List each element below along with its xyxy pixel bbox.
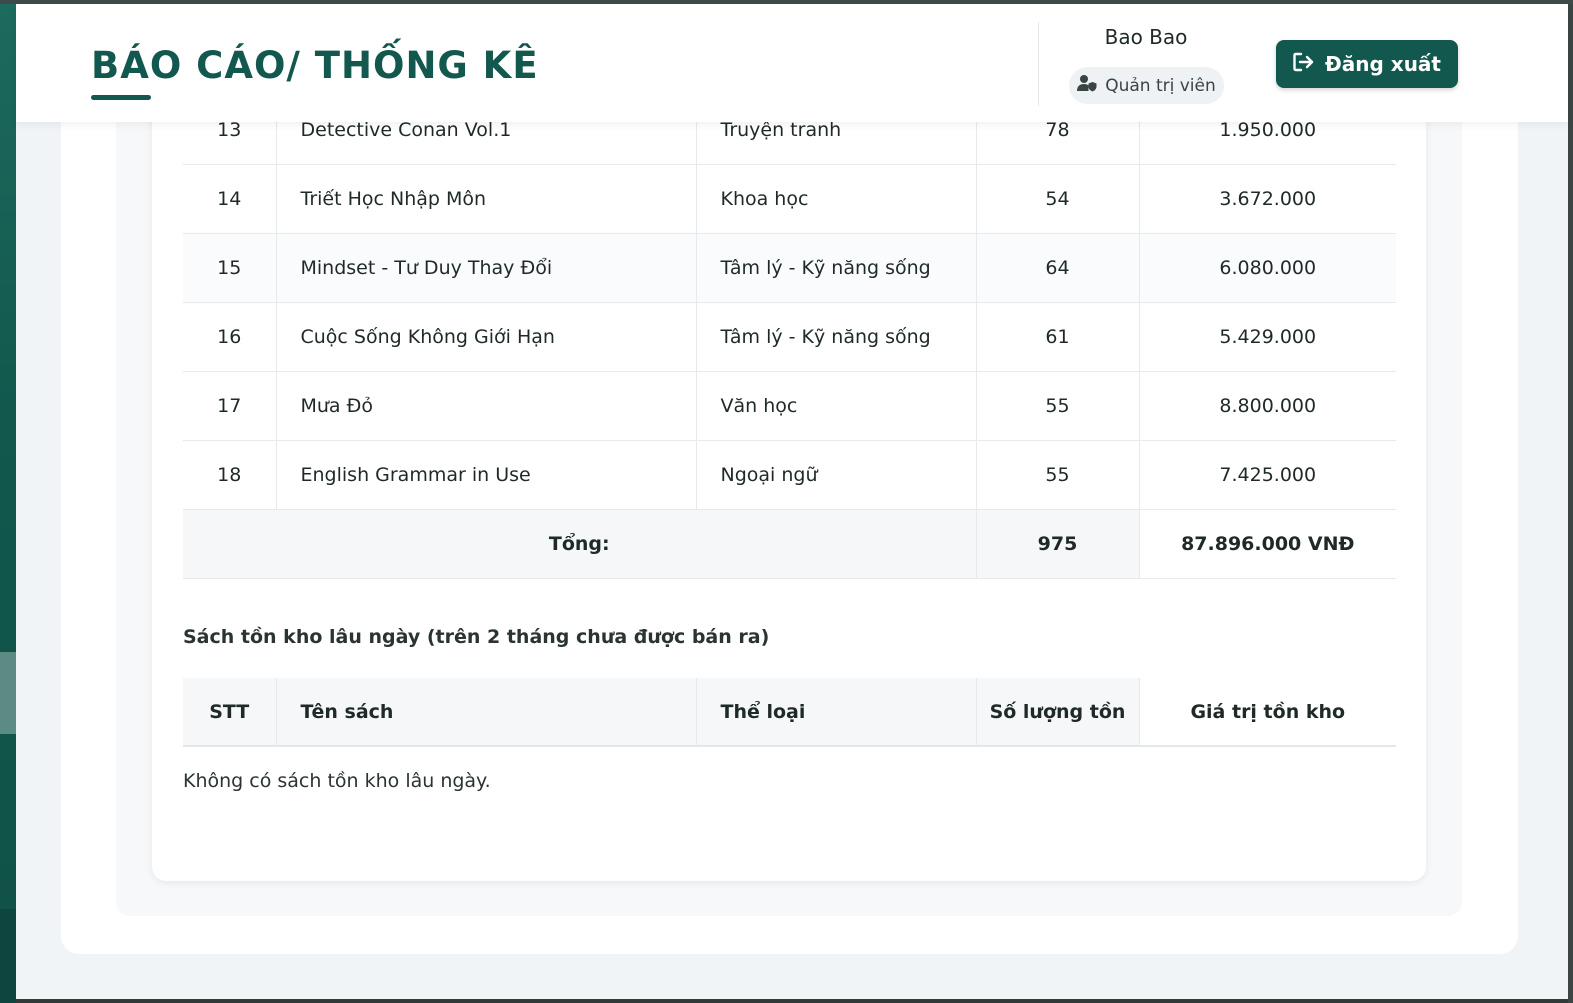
sidebar-bottom-section [0, 909, 16, 1003]
row-quantity: 61 [975, 302, 1139, 372]
row-quantity: 55 [975, 440, 1139, 510]
title-underline [91, 95, 151, 100]
row-category: Tâm lý - Kỹ năng sống [695, 302, 976, 372]
column-header-category: Thể loại [695, 678, 976, 747]
row-book-name: Mindset - Tư Duy Thay Đổi [275, 233, 696, 303]
sign-out-icon [1293, 52, 1315, 77]
row-stt: 18 [183, 440, 276, 510]
table-total-row: Tổng: 975 87.896.000 VNĐ [183, 509, 1396, 579]
table-row: 18 English Grammar in Use Ngoại ngữ 55 7… [183, 440, 1396, 510]
user-name: Bao Bao [1104, 25, 1188, 49]
sidebar-active-item[interactable] [0, 652, 16, 734]
row-category: Khoa học [695, 164, 976, 234]
row-value: 3.672.000 [1138, 164, 1396, 234]
row-category: Ngoại ngữ [695, 440, 976, 510]
total-value: 87.896.000 VNĐ [1138, 509, 1396, 579]
role-label: Quản trị viên [1105, 75, 1216, 96]
table-row: 17 Mưa Đỏ Văn học 55 8.800.000 [183, 371, 1396, 441]
row-value: 5.429.000 [1138, 302, 1396, 372]
window-right-edge [1568, 4, 1573, 1003]
table-row: 14 Triết Học Nhập Môn Khoa học 54 3.672.… [183, 164, 1396, 234]
row-quantity: 55 [975, 371, 1139, 441]
page-title: BÁO CÁO/ THỐNG KÊ [91, 44, 539, 87]
logout-label: Đăng xuất [1325, 52, 1441, 76]
row-value: 8.800.000 [1138, 371, 1396, 441]
old-stock-section-title: Sách tồn kho lâu ngày (trên 2 tháng chưa… [183, 626, 770, 648]
table-row: 16 Cuộc Sống Không Giới Hạn Tâm lý - Kỹ … [183, 302, 1396, 372]
column-header-name: Tên sách [275, 678, 696, 747]
row-stt: 16 [183, 302, 276, 372]
page-header: BÁO CÁO/ THỐNG KÊ Bao Bao Quản trị viên … [16, 4, 1568, 122]
sidebar [0, 4, 16, 1003]
logout-button[interactable]: Đăng xuất [1276, 40, 1458, 88]
column-header-stt: STT [183, 678, 276, 747]
total-label: Tổng: [183, 509, 976, 579]
row-stt: 15 [183, 233, 276, 303]
old-stock-table: STT Tên sách Thể loại Số lượng tồn Giá t… [183, 678, 1396, 747]
column-header-value: Giá trị tồn kho [1138, 678, 1396, 747]
table-row: 15 Mindset - Tư Duy Thay Đổi Tâm lý - Kỹ… [183, 233, 1396, 303]
row-category: Văn học [695, 371, 976, 441]
table-header-row: STT Tên sách Thể loại Số lượng tồn Giá t… [183, 678, 1396, 747]
row-stt: 17 [183, 371, 276, 441]
main-content: 13 Detective Conan Vol.1 Truyện tranh 78… [16, 4, 1568, 999]
row-book-name: Triết Học Nhập Môn [275, 164, 696, 234]
header-divider [1038, 22, 1039, 106]
user-shield-icon [1077, 74, 1097, 97]
row-book-name: English Grammar in Use [275, 440, 696, 510]
role-badge: Quản trị viên [1069, 67, 1224, 104]
row-book-name: Mưa Đỏ [275, 371, 696, 441]
empty-state-message: Không có sách tồn kho lâu ngày. [183, 770, 491, 792]
row-value: 7.425.000 [1138, 440, 1396, 510]
row-stt: 14 [183, 164, 276, 234]
row-book-name: Cuộc Sống Không Giới Hạn [275, 302, 696, 372]
row-quantity: 54 [975, 164, 1139, 234]
row-value: 6.080.000 [1138, 233, 1396, 303]
inventory-table: 13 Detective Conan Vol.1 Truyện tranh 78… [183, 96, 1396, 579]
total-quantity: 975 [975, 509, 1139, 579]
column-header-quantity: Số lượng tồn [975, 678, 1139, 747]
row-category: Tâm lý - Kỹ năng sống [695, 233, 976, 303]
row-quantity: 64 [975, 233, 1139, 303]
